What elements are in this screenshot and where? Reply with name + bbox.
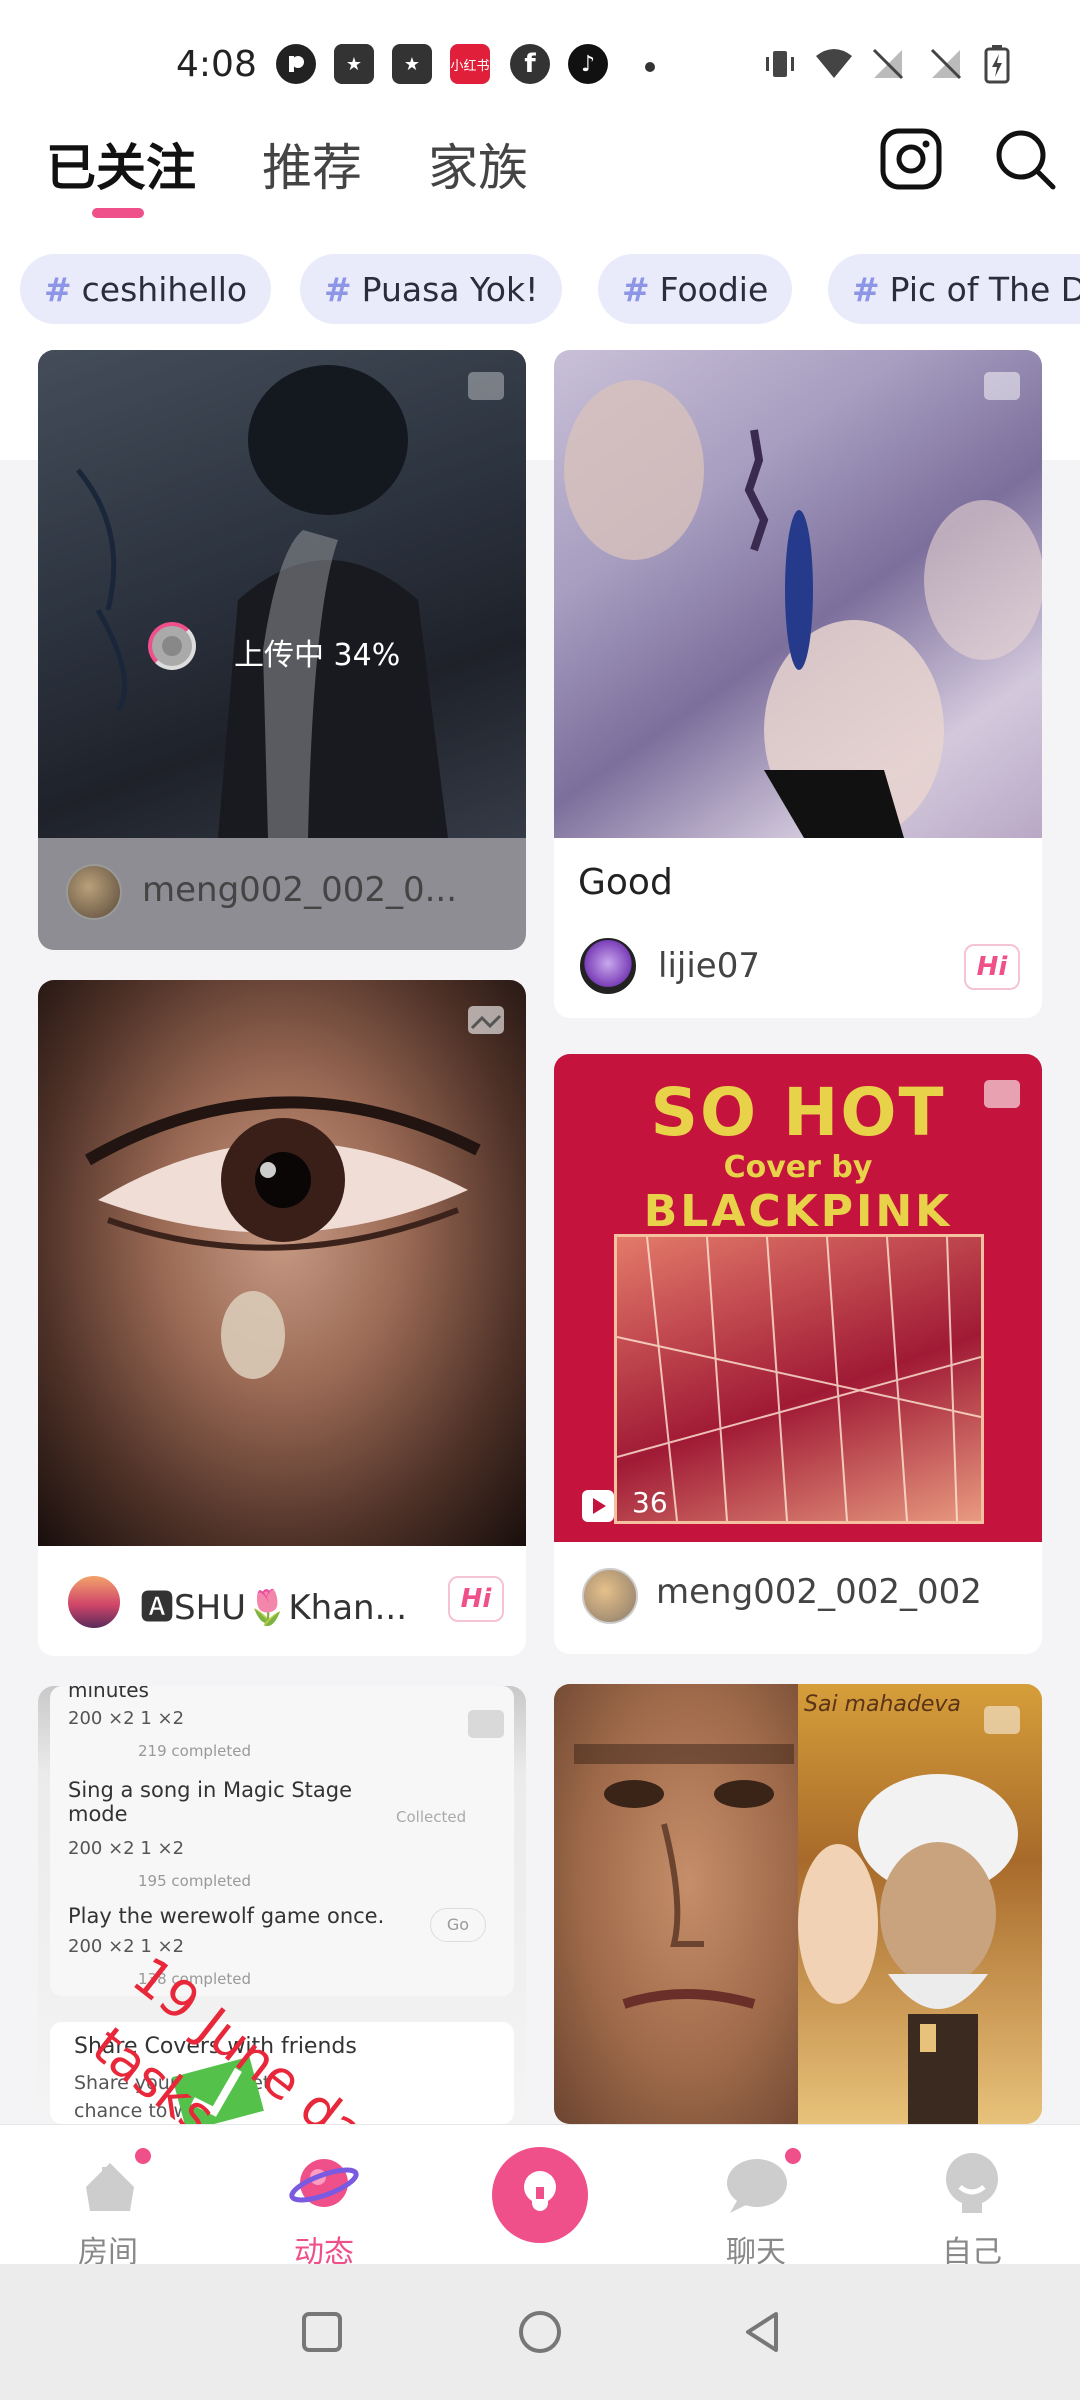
play-icon: [582, 1490, 614, 1522]
post-image: [38, 350, 526, 838]
system-nav-bar: [0, 2264, 1080, 2400]
facebook-icon: f: [510, 44, 550, 84]
post-image: Sai mahadeva: [554, 1684, 1042, 2124]
upload-status-text: 上传中 34%: [234, 638, 401, 673]
image-type-icon: [466, 1004, 506, 1036]
planet-icon: [288, 2147, 360, 2223]
avatar[interactable]: [66, 864, 122, 920]
status-bar: 4:08 ★ ★ 小红书 f ♪: [0, 36, 1080, 100]
task-reward: 200 ×2 1 ×2: [68, 1838, 185, 1859]
no-signal-icon: [928, 46, 964, 86]
nav-chat[interactable]: 聊天: [676, 2141, 836, 2270]
username[interactable]: 🅰SHU🌷Khan...: [140, 1580, 407, 1629]
avatar[interactable]: [580, 938, 636, 994]
post-card[interactable]: minutes 200 ×2 1 ×2 219 completed Sing a…: [38, 1686, 526, 2124]
room-icon: [80, 2153, 140, 2219]
post-image: SO HOT Cover by BLACKPINK 36: [554, 1054, 1042, 1542]
hash-icon: #: [324, 269, 352, 309]
back-button[interactable]: [738, 2308, 786, 2356]
notification-badge: [132, 2145, 154, 2167]
microphone-icon: [516, 2167, 564, 2227]
active-tab-indicator: [92, 208, 144, 218]
tag-label: Foodie: [659, 269, 769, 309]
post-card[interactable]: 🅰SHU🌷Khan... Hi: [38, 980, 526, 1656]
task-reward: 200 ×2 1 ×2: [68, 1708, 185, 1729]
hash-icon: #: [44, 269, 72, 309]
cover-art: [614, 1234, 984, 1524]
nav-record-button[interactable]: [492, 2147, 588, 2243]
username[interactable]: meng002_002_002: [656, 1572, 982, 1612]
post-card-uploading[interactable]: 上传中 34% meng002_002_0...: [38, 350, 526, 950]
bottom-nav: 房间 动态 聊天 自己: [0, 2124, 1080, 2270]
vibrate-icon: [762, 46, 798, 86]
app-root: 4:08 ★ ★ 小红书 f ♪ 已关注 推荐 家族 # ceshihello …: [0, 0, 1080, 2400]
star-box-icon: ★: [334, 44, 374, 84]
cover-artist: BLACKPINK: [643, 1186, 953, 1237]
username[interactable]: lijie07: [658, 946, 760, 986]
image-type-icon: [466, 370, 506, 402]
tag-label: Puasa Yok!: [361, 269, 539, 309]
hash-icon: #: [852, 269, 880, 309]
no-signal-icon: [870, 46, 906, 86]
task-text: minutes: [68, 1686, 149, 1702]
avatar[interactable]: [582, 1568, 638, 1624]
post-card-video[interactable]: SO HOT Cover by BLACKPINK 36 meng002_002…: [554, 1054, 1042, 1654]
status-time: 4:08: [176, 44, 257, 85]
home-button[interactable]: [516, 2308, 564, 2356]
instagram-icon[interactable]: [876, 124, 946, 194]
xiaohongshu-icon: 小红书: [450, 44, 490, 84]
avatar[interactable]: [66, 1574, 122, 1630]
tag-pic-of-the-day[interactable]: # Pic of The D: [828, 254, 1080, 324]
tag-foodie[interactable]: # Foodie: [598, 254, 793, 324]
tab-family[interactable]: 家族: [428, 128, 528, 200]
username[interactable]: meng002_002_0...: [142, 870, 457, 910]
hash-icon: #: [622, 269, 650, 309]
task-completed: 219 completed: [138, 1742, 251, 1760]
nav-profile[interactable]: 自己: [892, 2141, 1052, 2270]
tag-label: ceshihello: [81, 269, 248, 309]
tag-label: Pic of The D: [889, 269, 1080, 309]
task-text: Play the werewolf game once.: [68, 1904, 385, 1928]
nav-room[interactable]: 房间: [28, 2141, 188, 2270]
task-go: Go: [430, 1908, 486, 1942]
search-icon[interactable]: [990, 124, 1060, 194]
say-hi-button[interactable]: Hi: [964, 944, 1020, 990]
post-image: minutes 200 ×2 1 ×2 219 completed Sing a…: [38, 1686, 526, 2124]
post-image: [38, 980, 526, 1546]
tag-ceshihello[interactable]: # ceshihello: [20, 254, 272, 324]
tag-puasa-yok[interactable]: # Puasa Yok!: [300, 254, 563, 324]
image-type-icon: [982, 370, 1022, 402]
p-icon: [276, 44, 316, 84]
upload-progress-ring: [148, 622, 196, 670]
post-image: [554, 350, 1042, 838]
post-title: Good: [578, 862, 673, 903]
post-card[interactable]: Good lijie07 Hi: [554, 350, 1042, 1018]
post-card[interactable]: Sai mahadeva: [554, 1684, 1042, 2124]
star-box-icon: ★: [392, 44, 432, 84]
task-collected: Collected: [396, 1808, 467, 1826]
cover-title: SO HOT: [650, 1074, 946, 1151]
overlay-text: Sai mahadeva: [804, 1692, 961, 1717]
tiktok-icon: ♪: [568, 44, 608, 84]
video-type-icon: [982, 1078, 1022, 1110]
nav-feed[interactable]: 动态: [244, 2141, 404, 2270]
play-count: 36: [632, 1486, 668, 1519]
task-text: Sing a song in Magic Stage mode: [68, 1778, 353, 1826]
profile-icon: [942, 2151, 1002, 2221]
cover-subtitle: Cover by: [723, 1150, 873, 1185]
battery-charging-icon: [984, 44, 1010, 88]
chat-icon: [724, 2155, 790, 2219]
image-type-icon: [466, 1708, 506, 1740]
say-hi-button[interactable]: Hi: [448, 1576, 504, 1622]
recents-button[interactable]: [298, 2308, 346, 2356]
tab-recommended[interactable]: 推荐: [262, 128, 362, 200]
image-type-icon: [982, 1704, 1022, 1736]
more-notifications-dot: [645, 62, 655, 72]
tab-following[interactable]: 已关注: [46, 128, 196, 200]
wifi-icon: [814, 46, 854, 86]
notification-badge: [782, 2145, 804, 2167]
task-completed: 195 completed: [138, 1872, 251, 1890]
